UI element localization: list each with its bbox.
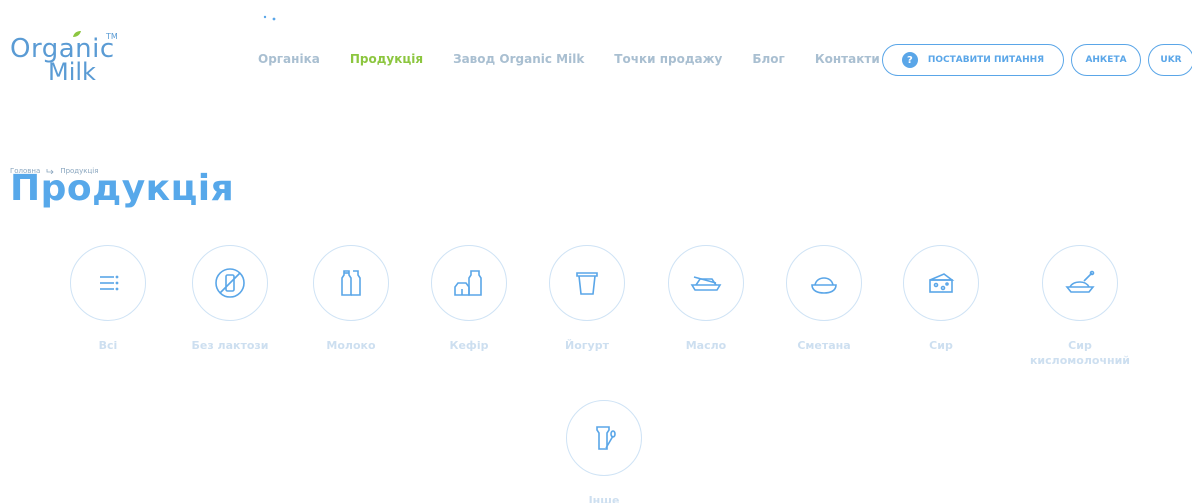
category-circle [1042, 245, 1118, 321]
category-yohurt[interactable]: Йогурт [527, 245, 647, 354]
category-label: Кефір [449, 339, 489, 352]
category-circle [668, 245, 744, 321]
nav-organika[interactable]: Органіка [258, 52, 320, 66]
category-moloko[interactable]: Молоко [291, 245, 411, 354]
nav-produktsiia[interactable]: Продукція [350, 52, 423, 66]
main-nav: Органіка Продукція Завод Organic Milk То… [258, 52, 910, 66]
category-label: Без лактози [191, 339, 269, 352]
milk-bottles-icon [341, 270, 361, 296]
category-circle [313, 245, 389, 321]
category-label: Всі [98, 339, 118, 352]
sour-cream-bowl-icon [811, 277, 837, 294]
butter-dish-icon [690, 276, 722, 291]
cheese-icon [929, 273, 955, 293]
category-smetana[interactable]: Сметана [764, 245, 884, 354]
kefir-cartons-icon [454, 270, 482, 296]
language-button[interactable]: UKR [1148, 44, 1192, 76]
organic-milk-logo[interactable]: Organic TM Milk [10, 26, 120, 88]
category-bez-laktozy[interactable]: Без лактози [170, 245, 290, 354]
other-products-icon [596, 426, 616, 450]
header: Organic TM Milk Органіка Продукція Завод… [0, 0, 1192, 110]
nav-blog[interactable]: Блог [752, 52, 784, 66]
category-label: Інше [588, 494, 620, 503]
category-maslo[interactable]: Масло [646, 245, 766, 354]
category-circle [549, 245, 625, 321]
logo-trademark: TM [106, 32, 118, 41]
category-circle [192, 245, 268, 321]
page-title: Продукція [10, 168, 235, 209]
cottage-cheese-icon [1065, 270, 1095, 293]
no-lactose-icon [215, 268, 245, 298]
category-circle [786, 245, 862, 321]
category-label: Сметана [797, 339, 851, 352]
question-icon: ? [901, 52, 918, 68]
logo-text-milk: Milk [48, 58, 96, 86]
ask-question-label: Поставити питання [927, 55, 1045, 65]
anketa-button[interactable]: Анкета [1071, 44, 1141, 76]
decor-dots-icon [263, 15, 276, 21]
ask-question-button[interactable]: ? Поставити питання [882, 44, 1064, 76]
category-circle [431, 245, 507, 321]
yogurt-cup-icon [576, 272, 598, 295]
category-circle [70, 245, 146, 321]
category-label: Сир [929, 339, 953, 352]
category-label: Йогурт [565, 339, 609, 352]
category-label: Сир кисломолочний [1029, 339, 1131, 367]
nav-tochky-prodazhu[interactable]: Точки продажу [614, 52, 722, 66]
category-inshe[interactable]: Інше [544, 400, 664, 503]
nav-zavod[interactable]: Завод Organic Milk [453, 52, 584, 66]
category-all[interactable]: Всі [48, 245, 168, 354]
nav-kontakty[interactable]: Контакти [815, 52, 880, 66]
category-syr[interactable]: Сир [881, 245, 1001, 354]
category-circle [903, 245, 979, 321]
category-label: Масло [685, 339, 727, 352]
category-circle [566, 400, 642, 476]
category-kefir[interactable]: Кефір [409, 245, 529, 354]
category-label: Молоко [326, 339, 376, 352]
list-icon [100, 275, 119, 291]
category-syr-kyslomolochnyi[interactable]: Сир кисломолочний [1020, 245, 1140, 369]
